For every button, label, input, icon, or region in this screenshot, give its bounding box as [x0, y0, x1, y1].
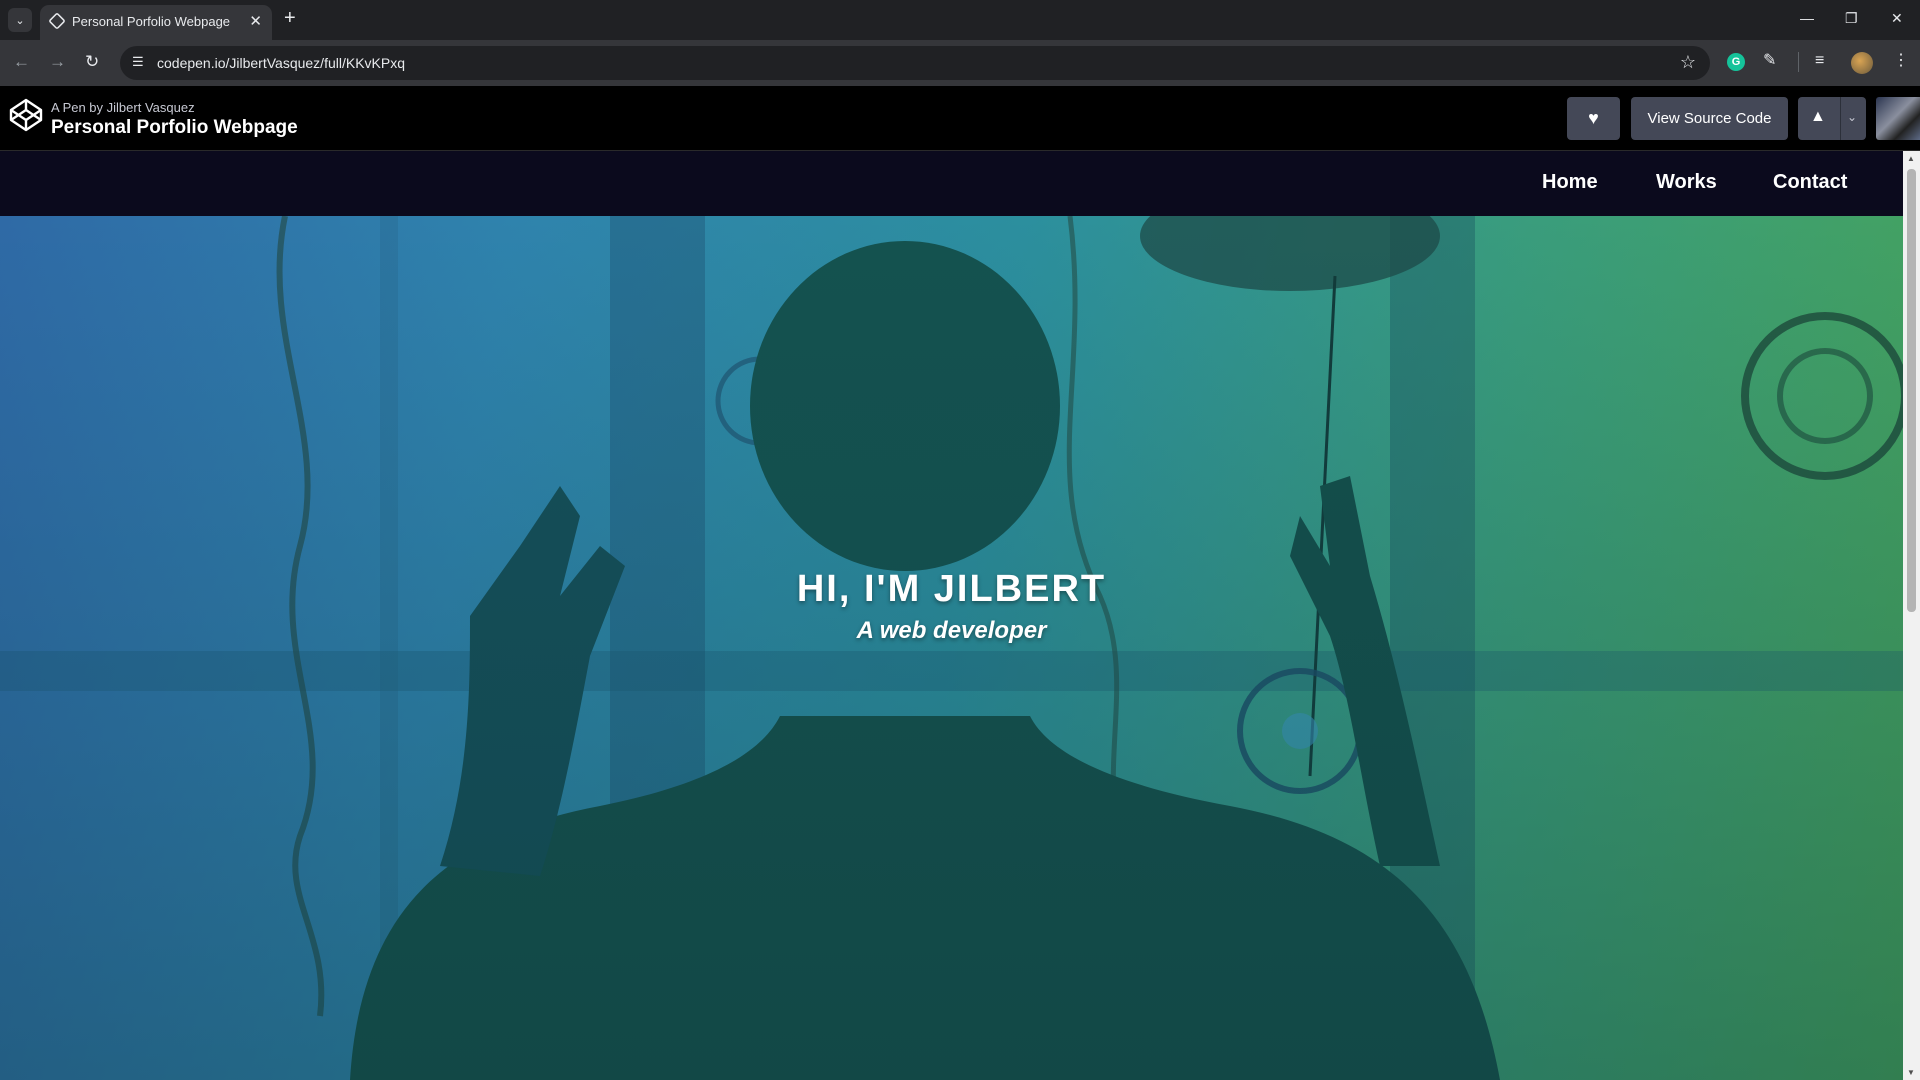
site-navbar: Home Works Contact [0, 151, 1903, 216]
hero-section: HI, I'M JILBERT A web developer [0, 216, 1903, 1080]
scroll-up-arrow-icon[interactable]: ▲ [1907, 154, 1915, 163]
browser-menu-icon[interactable]: ⋮ [1893, 52, 1909, 70]
scroll-thumb[interactable] [1907, 169, 1916, 612]
tab-close-icon[interactable]: ✕ [249, 12, 262, 30]
view-source-code-button[interactable]: View Source Code [1631, 97, 1788, 140]
page-viewport: Home Works Contact HI, I'M JILBERT A web… [0, 151, 1920, 1080]
pen-byline[interactable]: A Pen by Jilbert Vasquez [51, 100, 195, 115]
tab-search-chevron-down-icon[interactable]: ⌄ [8, 8, 32, 32]
nav-contact-link[interactable]: Contact [1773, 171, 1847, 194]
address-bar[interactable]: ☰ codepen.io/JilbertVasquez/full/KKvKPxq… [120, 46, 1710, 80]
nav-home-link[interactable]: Home [1542, 171, 1598, 194]
extensions-puzzle-icon[interactable]: ✎ [1763, 52, 1776, 70]
restore-icon[interactable]: ❐ [1845, 10, 1858, 27]
new-tab-plus-icon[interactable]: + [284, 8, 296, 28]
site-info-tune-icon[interactable]: ☰ [132, 54, 144, 70]
pin-icon[interactable]: ▲ [1810, 108, 1826, 126]
codepen-header: A Pen by Jilbert Vasquez Personal Porfol… [0, 86, 1920, 151]
minimize-icon[interactable]: — [1800, 10, 1814, 26]
pin-divider [1840, 97, 1841, 140]
bookmark-star-icon[interactable]: ☆ [1680, 52, 1696, 73]
reading-list-icon[interactable]: ≡ [1815, 52, 1824, 70]
hero-title: HI, I'M JILBERT [796, 568, 1107, 610]
hero-text: HI, I'M JILBERT A web developer [0, 568, 1903, 645]
grammarly-extension-icon[interactable]: G [1727, 53, 1745, 71]
hero-subtitle: A web developer [856, 617, 1047, 644]
window-close-icon[interactable]: ✕ [1891, 10, 1903, 27]
hero-background-photo [0, 216, 1903, 1080]
page-scrollbar[interactable]: ▲ ▼ [1903, 151, 1920, 1080]
heart-button[interactable]: ♥ [1567, 97, 1620, 140]
reload-icon[interactable]: ↻ [85, 52, 99, 72]
pin-button-group[interactable]: ▲ ⌄ [1798, 97, 1866, 140]
url-text[interactable]: codepen.io/JilbertVasquez/full/KKvKPxq [157, 55, 405, 71]
chevron-down-icon[interactable]: ⌄ [1847, 110, 1857, 124]
browser-toolbar: ← → ↻ ☰ codepen.io/JilbertVasquez/full/K… [0, 40, 1920, 86]
browser-tab[interactable]: Personal Porfolio Webpage ✕ [40, 5, 272, 40]
browser-tab-strip: ⌄ Personal Porfolio Webpage ✕ + — ❐ ✕ [0, 0, 1920, 40]
scroll-down-arrow-icon[interactable]: ▼ [1907, 1068, 1915, 1077]
pen-title: Personal Porfolio Webpage [51, 117, 298, 138]
toolbar-separator [1798, 52, 1799, 72]
user-avatar[interactable] [1876, 97, 1920, 140]
codepen-favicon-icon [48, 12, 66, 30]
back-arrow-icon[interactable]: ← [13, 52, 30, 72]
profile-avatar[interactable] [1851, 52, 1873, 74]
forward-arrow-icon[interactable]: → [49, 52, 66, 72]
codepen-logo-icon[interactable] [8, 97, 44, 133]
tab-title: Personal Porfolio Webpage [72, 14, 231, 29]
heart-icon: ♥ [1588, 108, 1599, 128]
nav-works-link[interactable]: Works [1656, 171, 1717, 194]
